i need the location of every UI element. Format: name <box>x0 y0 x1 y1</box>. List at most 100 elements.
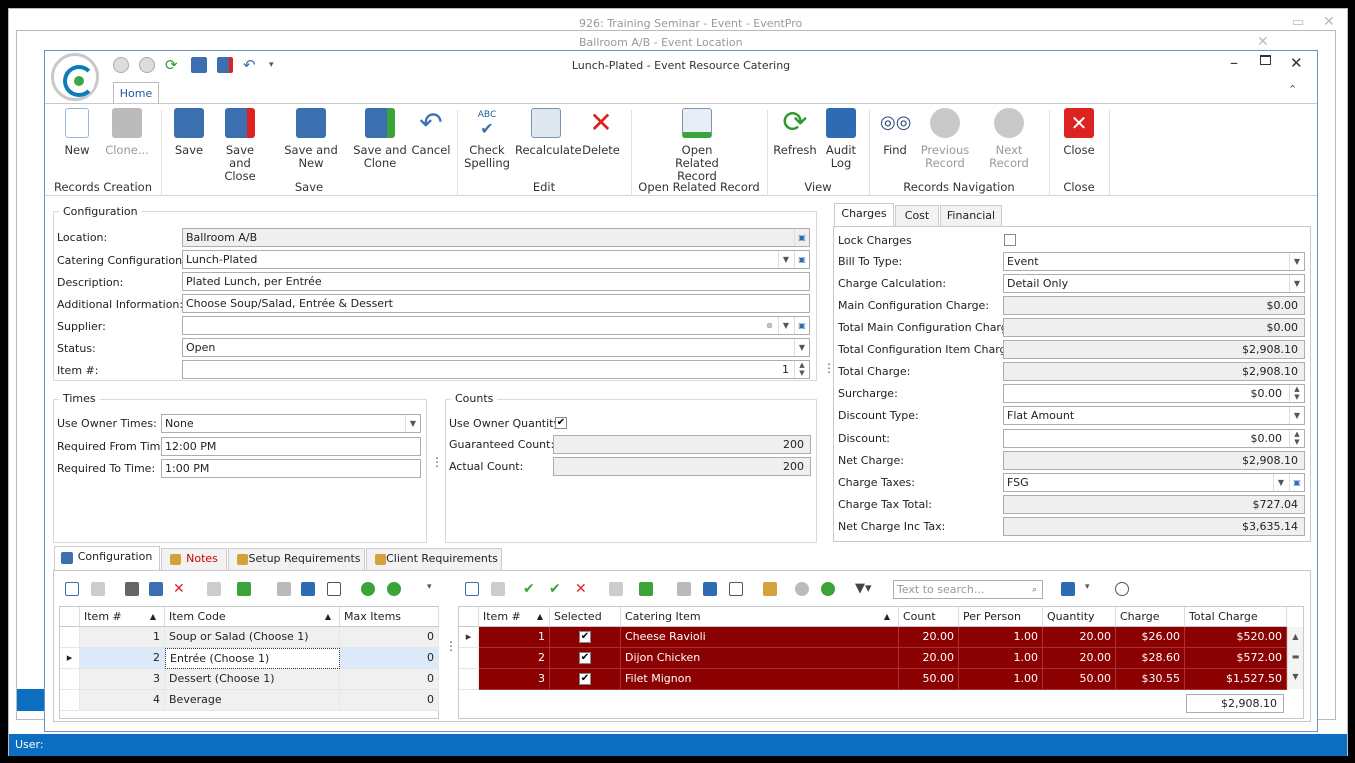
location-field[interactable]: Ballroom A/B ▣ <box>182 228 810 247</box>
tab-notes[interactable]: Notes <box>161 548 227 570</box>
cell-max-items[interactable]: 0 <box>340 648 439 669</box>
search-input[interactable]: Text to search... ⌕ <box>893 580 1043 599</box>
cell-catering-item[interactable]: Filet Mignon <box>621 669 899 690</box>
save-button[interactable]: Save <box>169 108 209 157</box>
cell-item-number[interactable]: 3 <box>479 669 550 690</box>
clear-icon[interactable]: ⊗ <box>762 317 777 334</box>
chevron-down-icon[interactable]: ▼ <box>778 251 793 268</box>
info-icon[interactable] <box>301 582 315 596</box>
list-icon[interactable] <box>327 582 341 596</box>
search-icon[interactable]: ⌕ <box>1027 581 1042 598</box>
clone-row-icon[interactable] <box>91 582 105 596</box>
cell-item-number[interactable]: 2 <box>479 648 550 669</box>
charge-calculation-field[interactable]: Detail Only ▼ <box>1003 274 1305 293</box>
lookup-icon[interactable]: ▣ <box>794 251 809 268</box>
clone-button[interactable]: Clone... <box>103 108 151 157</box>
splitter-handle[interactable]: ⋮ <box>431 455 443 469</box>
required-to-field[interactable]: 1:00 PM <box>161 459 421 478</box>
chevron-down-icon[interactable]: ▼ <box>778 317 793 334</box>
row-copy-icon[interactable] <box>149 582 163 596</box>
cell-item-number[interactable]: 1 <box>479 627 550 648</box>
charge-tax-total-field[interactable]: $727.04 <box>1003 495 1305 514</box>
row-indicator[interactable]: ▸ <box>60 648 80 669</box>
cell-max-items[interactable]: 0 <box>340 690 439 711</box>
tab-client-requirements[interactable]: Client Requirements <box>366 548 502 570</box>
ribbon-tab-home[interactable]: Home <box>113 82 159 104</box>
cell-total-charge[interactable]: $572.00 <box>1185 648 1287 669</box>
cell-item-number[interactable]: 2 <box>80 648 165 669</box>
edit-row-icon[interactable] <box>125 582 139 596</box>
cell-per-person[interactable]: 1.00 <box>959 648 1043 669</box>
cell-item-number[interactable]: 3 <box>80 669 165 690</box>
row-indicator[interactable] <box>60 669 80 690</box>
cell-total-charge[interactable]: $1,527.50 <box>1185 669 1287 690</box>
cell-count[interactable]: 20.00 <box>899 627 959 648</box>
chevron-down-icon[interactable]: ▾ <box>427 582 441 596</box>
surcharge-field[interactable]: $0.00 ▲ ▼ <box>1003 384 1305 403</box>
selected-checkbox[interactable] <box>579 673 591 685</box>
tab-charges[interactable]: Charges <box>834 203 894 227</box>
add-items-icon[interactable] <box>639 582 653 596</box>
total-charge-field[interactable]: $2,908.10 <box>1003 362 1305 381</box>
column-header-item-number[interactable]: Item # ▲ <box>479 607 550 627</box>
selected-checkbox[interactable] <box>579 631 591 643</box>
move-up-icon[interactable] <box>361 582 375 596</box>
spinner-icon[interactable]: ▲ ▼ <box>1289 385 1304 402</box>
lookup-icon[interactable]: ▣ <box>794 229 809 246</box>
deselect-icon[interactable]: ✕ <box>575 582 589 596</box>
total-main-charge-field[interactable]: $0.00 <box>1003 318 1305 337</box>
cell-quantity[interactable]: 20.00 <box>1043 648 1116 669</box>
next-record-button[interactable]: Next Record <box>977 108 1041 170</box>
cell-selected[interactable] <box>550 669 621 690</box>
export-icon[interactable] <box>1061 582 1075 596</box>
net-charge-inc-tax-field[interactable]: $3,635.14 <box>1003 517 1305 536</box>
zoom-icon[interactable] <box>1115 582 1129 596</box>
save-and-clone-button[interactable]: Save and Clone <box>353 108 407 170</box>
column-header-item-number[interactable]: Item # ▲ <box>80 607 165 627</box>
cell-item-number[interactable]: 4 <box>80 690 165 711</box>
tab-cost[interactable]: Cost <box>895 205 939 227</box>
supplier-field[interactable]: ▣ ▼ ⊗ <box>182 316 810 335</box>
column-header-item-code[interactable]: Item Code ▲ <box>165 607 340 627</box>
cell-quantity[interactable]: 50.00 <box>1043 669 1116 690</box>
column-header-selected[interactable]: Selected <box>550 607 621 627</box>
move-down-icon[interactable] <box>821 582 835 596</box>
cell-item-code[interactable]: Entrée (Choose 1) <box>165 648 340 669</box>
chevron-down-icon[interactable]: ▼ <box>794 339 809 356</box>
new-row-icon[interactable] <box>65 582 79 596</box>
column-header-quantity[interactable]: Quantity <box>1043 607 1116 627</box>
cell-item-code[interactable]: Beverage <box>165 690 340 711</box>
guaranteed-count-field[interactable]: 200 <box>553 435 811 454</box>
tab-setup-requirements[interactable]: Setup Requirements <box>228 548 365 570</box>
additional-info-field[interactable]: Choose Soup/Salad, Entrée & Dessert <box>182 294 810 313</box>
new-row-icon[interactable] <box>465 582 479 596</box>
chevron-down-icon[interactable]: ▼ <box>1273 474 1288 491</box>
select-icon[interactable]: ✔ <box>523 582 537 596</box>
status-field[interactable]: Open ▼ <box>182 338 810 357</box>
discount-field[interactable]: $0.00 ▲ ▼ <box>1003 429 1305 448</box>
total-item-charge-field[interactable]: $2,908.10 <box>1003 340 1305 359</box>
list-icon[interactable] <box>729 582 743 596</box>
required-from-field[interactable]: 12:00 PM <box>161 437 421 456</box>
select-all-icon[interactable]: ✔ <box>549 582 563 596</box>
cell-count[interactable]: 20.00 <box>899 648 959 669</box>
cell-charge[interactable]: $28.60 <box>1116 648 1185 669</box>
cell-item-number[interactable]: 1 <box>80 627 165 648</box>
column-header-charge[interactable]: Charge <box>1116 607 1185 627</box>
clipboard-icon[interactable] <box>763 582 777 596</box>
spinner-icon[interactable]: ▲ ▼ <box>1289 430 1304 447</box>
column-header-max-items[interactable]: Max Items <box>340 607 439 627</box>
lookup-icon[interactable]: ▣ <box>1289 474 1304 491</box>
new-button[interactable]: New <box>57 108 97 157</box>
move-down-icon[interactable] <box>387 582 401 596</box>
cell-total-charge[interactable]: $520.00 <box>1185 627 1287 648</box>
close-icon[interactable]: ✕ <box>1290 54 1303 72</box>
column-header-count[interactable]: Count <box>899 607 959 627</box>
cell-catering-item[interactable]: Cheese Ravioli <box>621 627 899 648</box>
cell-charge[interactable]: $30.55 <box>1116 669 1185 690</box>
chevron-down-icon[interactable]: ▼ <box>405 415 420 432</box>
selected-checkbox[interactable] <box>579 652 591 664</box>
cell-per-person[interactable]: 1.00 <box>959 669 1043 690</box>
net-charge-field[interactable]: $2,908.10 <box>1003 451 1305 470</box>
tab-financial[interactable]: Financial <box>940 205 1002 227</box>
